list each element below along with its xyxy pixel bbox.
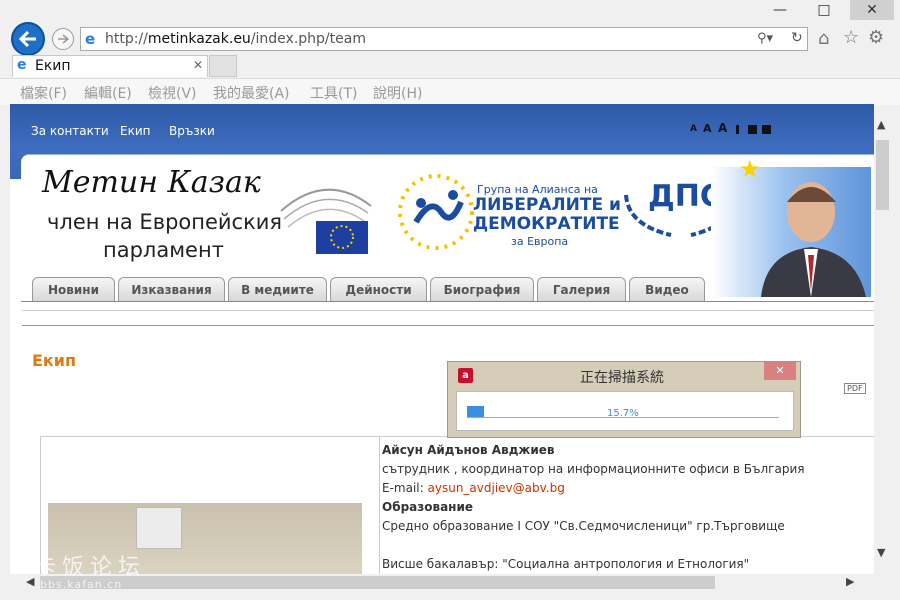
close-window-button[interactable]: ✕	[850, 0, 894, 20]
progress-fill	[467, 406, 485, 417]
european-parliament-logo	[280, 188, 372, 254]
tab-close-icon[interactable]: ✕	[193, 58, 203, 72]
watermark-text: 卡饭论坛	[34, 555, 147, 580]
progress-label: 15.7%	[607, 408, 639, 419]
address-bar[interactable]: e http://metinkazak.eu/index.php/team ⚲▾…	[80, 27, 808, 51]
member-info: Айсун Айдънов Авджиев сътрудник , коорди…	[382, 441, 872, 574]
menu-favorites[interactable]: 我的最愛(A)	[213, 83, 290, 103]
url-text: http://metinkazak.eu/index.php/team	[105, 31, 366, 47]
nav-tab-gallery[interactable]: Галерия	[537, 277, 626, 301]
team-member-table: Айсун Айдънов Авджиев сътрудник , коорди…	[40, 436, 874, 574]
nav-tab-video[interactable]: Видео	[629, 277, 705, 301]
education-spacer	[382, 536, 872, 555]
search-icon[interactable]: ⚲▾	[757, 31, 773, 46]
tab-ie-icon: e	[17, 57, 27, 73]
nav-tab-media[interactable]: В медиите	[228, 277, 327, 301]
new-tab-button[interactable]	[209, 55, 237, 77]
nav-tab-activities[interactable]: Дейности	[330, 277, 427, 301]
contrast-block-icon[interactable]	[748, 125, 757, 134]
back-button[interactable]	[11, 22, 45, 56]
contrast-bar-icon[interactable]	[736, 125, 739, 134]
dialog-title: 正在掃描系統	[580, 370, 664, 386]
main-content: Екип PDF Айсун Айдънов Авджиев сътрудник…	[22, 310, 874, 574]
link-contacts[interactable]: За контакти	[31, 124, 109, 138]
scroll-up-icon[interactable]: ▲	[877, 118, 885, 131]
pdf-icon[interactable]: PDF	[844, 383, 866, 394]
vertical-scroll-thumb[interactable]	[876, 140, 889, 210]
member-email-line: E-mail: aysun_avdjiev@abv.bg	[382, 481, 565, 495]
alde-line-2: ЛИБЕРАЛИТЕ и	[473, 195, 621, 215]
alde-stars-logo	[398, 174, 474, 250]
home-icon[interactable]: ⌂	[818, 28, 829, 49]
browser-tab[interactable]: e Екип ✕	[12, 55, 208, 77]
antivirus-logo-icon: a	[458, 368, 473, 383]
nav-tab-speeches[interactable]: Изказвания	[118, 277, 225, 301]
vertical-scrollbar[interactable]: ▲ ▼	[874, 118, 891, 564]
menu-file[interactable]: 檔案(F)	[20, 83, 67, 103]
header-subtitle-2: парламент	[103, 238, 224, 262]
refresh-icon[interactable]: ↻	[791, 30, 803, 46]
favorites-star-icon[interactable]: ☆	[843, 27, 859, 48]
font-size-small[interactable]: A	[690, 124, 697, 134]
header-name: Метин Казак	[42, 165, 261, 200]
dialog-body: 15.7%	[456, 391, 794, 431]
forward-button[interactable]	[52, 28, 74, 50]
menu-view[interactable]: 檢視(V)	[148, 83, 197, 103]
link-links[interactable]: Връзки	[169, 124, 215, 138]
education-bachelor: Висше бакалавър: "Социална антропология …	[382, 557, 750, 571]
menu-tools[interactable]: 工具(T)	[310, 83, 357, 103]
link-team[interactable]: Екип	[120, 124, 150, 138]
portrait-photo	[761, 182, 866, 297]
menu-edit[interactable]: 編輯(E)	[84, 83, 132, 103]
back-arrow-icon	[19, 31, 36, 47]
page-title: Екип	[32, 351, 77, 370]
scroll-right-icon[interactable]: ▶	[846, 575, 854, 588]
alde-line-3: ДЕМОКРАТИТЕ	[473, 214, 620, 234]
menu-help[interactable]: 說明(H)	[373, 83, 422, 103]
header-subtitle-1: член на Европейския	[47, 210, 283, 234]
content-top-rule	[22, 325, 874, 326]
member-name: Айсун Айдънов Авджиев	[382, 443, 555, 457]
scroll-down-icon[interactable]: ▼	[877, 546, 885, 559]
education-heading: Образование	[382, 500, 474, 514]
nav-tab-biography[interactable]: Биография	[430, 277, 534, 301]
scan-dialog: a 正在掃描系統 ✕ 15.7%	[447, 361, 801, 438]
member-role: сътрудник , координатор на информационни…	[382, 462, 805, 476]
font-size-medium[interactable]: A	[703, 122, 712, 135]
tab-title: Екип	[35, 58, 71, 74]
photo-calendar	[136, 507, 182, 549]
nav-tab-news[interactable]: Новини	[32, 277, 115, 301]
site-banner: Метин Казак член на Европейския парламен…	[21, 154, 874, 305]
alde-line-4: за Европа	[511, 235, 569, 248]
education-secondary: Средно образование I СОУ "Св.Седмочислен…	[382, 519, 785, 533]
nav-divider	[21, 301, 874, 302]
settings-gear-icon[interactable]: ⚙	[868, 27, 884, 48]
forward-arrow-icon	[58, 34, 69, 44]
member-email-link[interactable]: aysun_avdjiev@abv.bg	[428, 481, 565, 495]
font-size-large[interactable]: A	[718, 121, 727, 135]
minimize-button[interactable]: —	[758, 0, 802, 20]
menu-bar: 檔案(F) 編輯(E) 檢視(V) 我的最愛(A) 工具(T) 說明(H)	[0, 78, 900, 105]
watermark-url: bbs.kafan.cn	[40, 578, 123, 591]
page-viewport: За контакти Екип Връзки A A A Метин Каза…	[10, 104, 874, 574]
dialog-close-button[interactable]: ✕	[764, 362, 796, 380]
ie-logo-icon: e	[85, 30, 96, 48]
maximize-button[interactable]: □	[802, 0, 846, 20]
contrast-block2-icon[interactable]	[762, 125, 771, 134]
